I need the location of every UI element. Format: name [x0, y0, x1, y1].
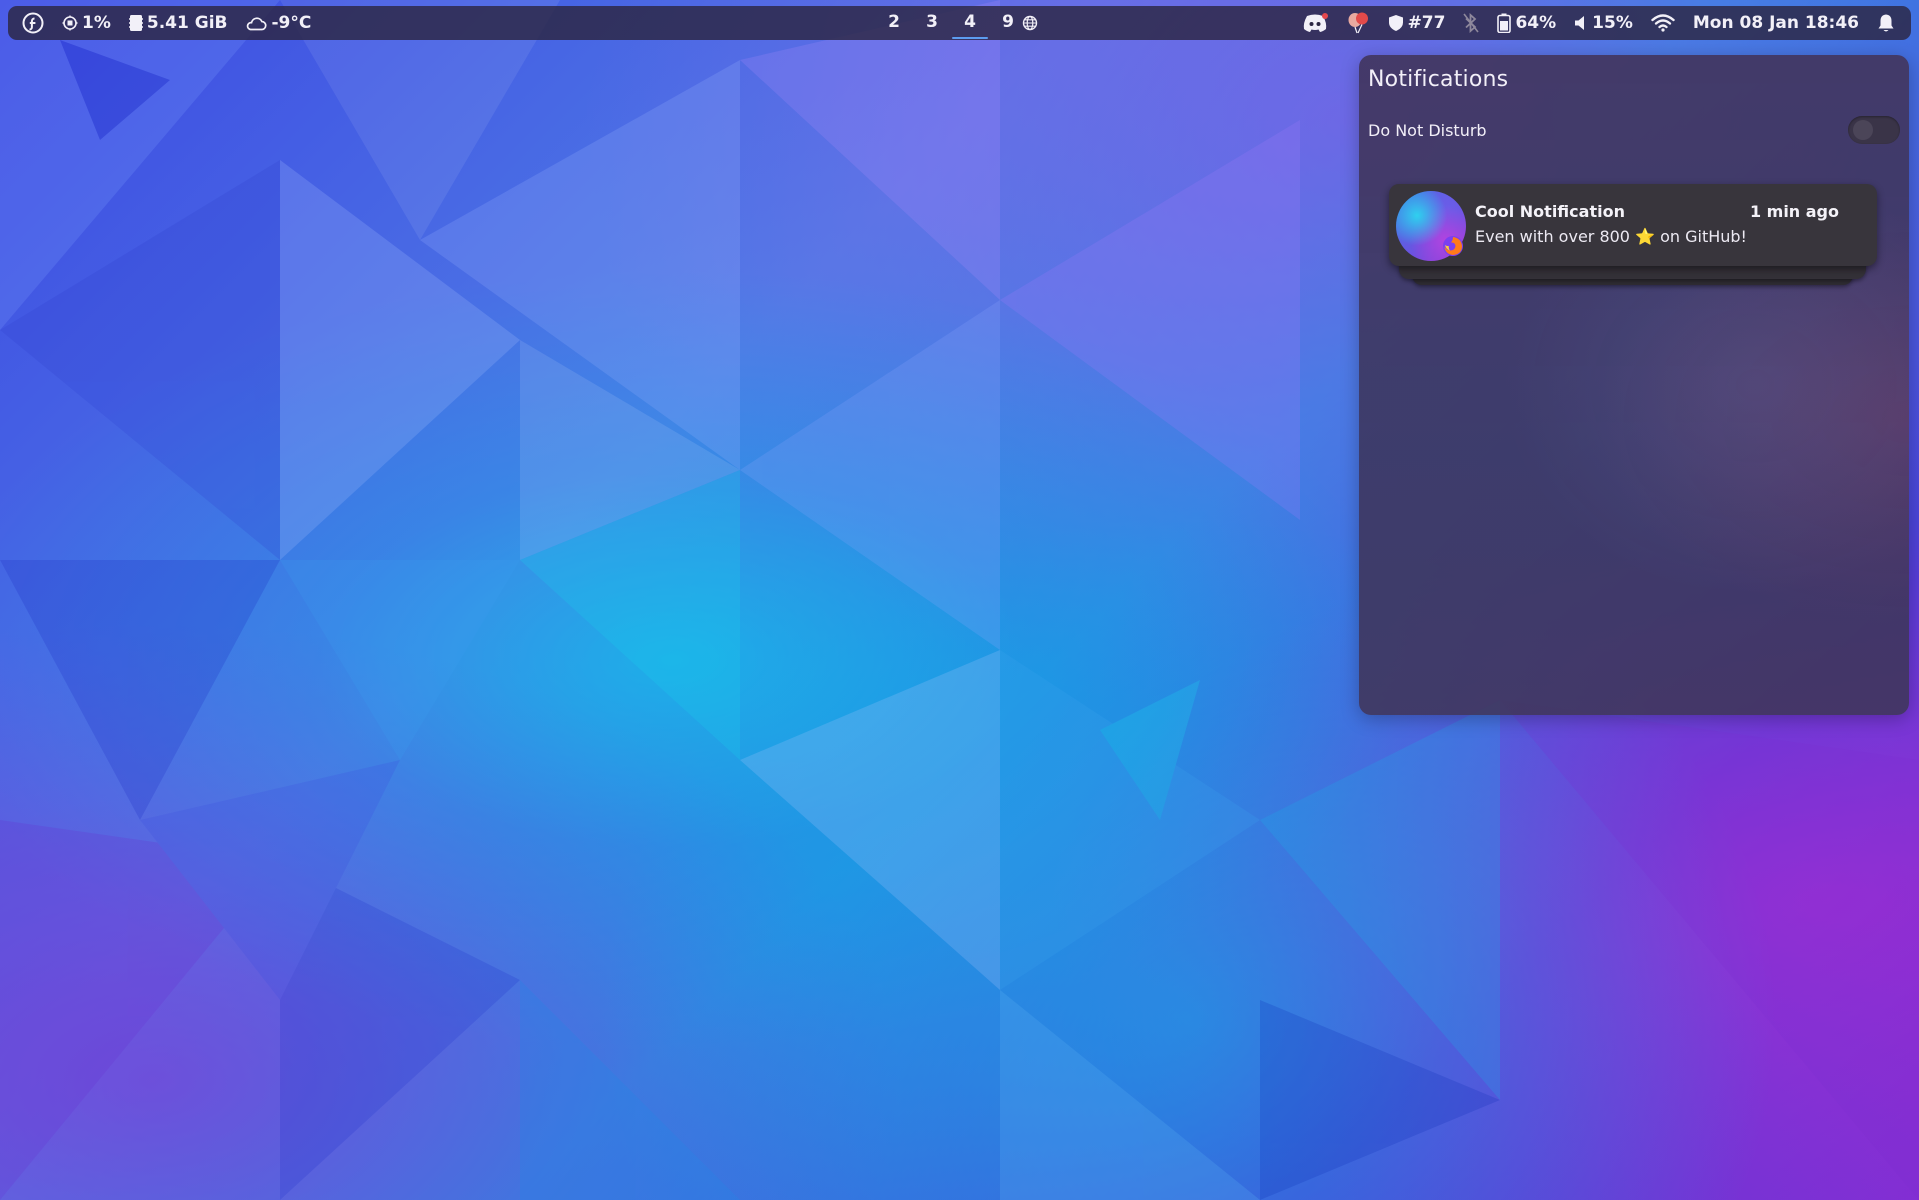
- notification-card[interactable]: Cool Notification 1 min ago Even with ov…: [1389, 184, 1877, 266]
- fedora-icon[interactable]: [22, 12, 44, 34]
- workspace-2[interactable]: 2: [886, 6, 902, 40]
- weather-temperature: -9°C: [271, 13, 312, 33]
- bell-icon[interactable]: [1877, 13, 1895, 33]
- workspaces: 2 3 4 9: [886, 6, 1038, 40]
- notification-title: Cool Notification: [1475, 202, 1625, 221]
- memory-module[interactable]: 5.41 GiB: [128, 13, 228, 33]
- globe-icon[interactable]: [1022, 15, 1038, 31]
- bluetooth-off-icon[interactable]: [1463, 13, 1480, 33]
- clock[interactable]: Mon 08 Jan 18:46: [1693, 13, 1859, 33]
- cpu-icon: [62, 15, 78, 31]
- bar-left-modules: 1% 5.41 GiB -9°C: [22, 6, 311, 40]
- top-bar: 1% 5.41 GiB -9°C 2 3 4 9 #77 64% 15% Mon…: [8, 6, 1911, 40]
- wifi-icon[interactable]: [1651, 14, 1675, 32]
- volume-level: 15%: [1592, 13, 1633, 33]
- desktop: 1% 5.41 GiB -9°C 2 3 4 9 #77 64% 15% Mon…: [0, 0, 1919, 1200]
- volume-module[interactable]: 15%: [1574, 13, 1633, 33]
- firefox-icon: [1443, 236, 1463, 256]
- discord-icon[interactable]: [1302, 13, 1328, 33]
- do-not-disturb-label: Do Not Disturb: [1368, 121, 1487, 140]
- bar-right-modules: #77 64% 15% Mon 08 Jan 18:46: [1302, 6, 1895, 40]
- notification-time: 1 min ago: [1749, 202, 1839, 221]
- do-not-disturb-toggle[interactable]: [1848, 116, 1900, 144]
- weather-module[interactable]: -9°C: [245, 13, 311, 33]
- toggle-knob: [1853, 120, 1873, 140]
- balloon-icon[interactable]: [1346, 12, 1370, 34]
- cloud-icon: [247, 17, 268, 31]
- battery-level: 64%: [1515, 13, 1557, 33]
- cpu-module[interactable]: 1%: [62, 13, 111, 33]
- speaker-icon: [1575, 16, 1585, 30]
- workspace-3[interactable]: 3: [924, 6, 940, 40]
- cpu-usage: 1%: [82, 13, 111, 33]
- notification-center: Notifications Do Not Disturb Cool Notifi…: [1359, 55, 1909, 715]
- workspace-4-active[interactable]: 4: [952, 6, 988, 40]
- vpn-module[interactable]: #77: [1388, 13, 1446, 33]
- battery-icon: [1497, 13, 1512, 33]
- memory-usage: 5.41 GiB: [146, 13, 228, 33]
- notification-body: Even with over 800 ⭐ on GitHub!: [1475, 227, 1747, 246]
- vpn-status: #77: [1407, 13, 1446, 33]
- battery-module[interactable]: 64%: [1497, 13, 1556, 33]
- shield-icon: [1388, 15, 1403, 31]
- notification-center-title: Notifications: [1368, 67, 1509, 92]
- memory-icon: [128, 15, 143, 31]
- workspace-9[interactable]: 9: [1000, 6, 1016, 40]
